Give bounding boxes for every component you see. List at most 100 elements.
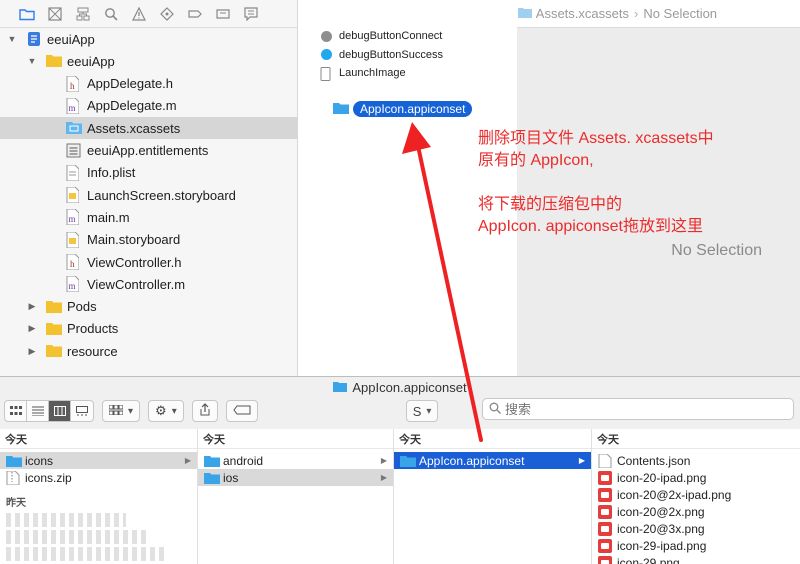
asset-item-label: debugButtonConnect: [339, 30, 443, 42]
finder-item[interactable]: icon-20@3x.png: [592, 520, 800, 537]
source-file-icon: m: [66, 208, 82, 226]
finder-item-label: Contents.json: [617, 453, 691, 468]
search-field[interactable]: [482, 398, 794, 420]
redacted-item: [6, 513, 126, 527]
action-menu-button[interactable]: ⚙ ▾: [148, 400, 184, 422]
navigator-item-label: LaunchScreen.storyboard: [87, 187, 236, 203]
launch-image-icon: [320, 66, 333, 81]
finder-item-label: icon-29-ipad.png: [617, 538, 707, 553]
debug-icon[interactable]: [184, 3, 206, 25]
tag-icon: [233, 405, 251, 418]
image-file-icon: [598, 538, 612, 553]
finder-item-label: icon-20@2x.png: [617, 504, 705, 519]
disclosure-triangle-icon[interactable]: ▼: [26, 56, 38, 66]
project-navigator: ▼ eeuiApp ▼ eeuiApp h AppDelegate.h m AppDelega…: [0, 0, 298, 376]
project-icon: [26, 31, 42, 47]
list-view-icon[interactable]: [27, 401, 49, 421]
column-list: AppIcon.appiconset ▶: [394, 449, 591, 469]
folder-icon: [46, 343, 62, 359]
folder-icon: [400, 454, 416, 468]
finder-title-bar: AppIcon.appiconset: [0, 377, 800, 395]
dropped-appiconset[interactable]: AppIcon.appiconset: [333, 100, 473, 117]
finder-item[interactable]: icon-20@2x.png: [592, 503, 800, 520]
folder-icon: [46, 299, 62, 315]
chevron-right-icon: ▶: [184, 456, 191, 465]
asset-item[interactable]: LaunchImage: [320, 64, 406, 82]
symbol-icon[interactable]: [72, 3, 94, 25]
finder-item[interactable]: android ▶: [198, 452, 393, 469]
navigator-item[interactable]: Main.storyboard: [0, 229, 297, 251]
folder-icon[interactable]: [16, 3, 38, 25]
navigator-item[interactable]: Assets.xcassets: [0, 117, 297, 140]
search-input[interactable]: [505, 401, 765, 417]
finder-item[interactable]: icon-29.png: [592, 554, 800, 564]
finder-item[interactable]: AppIcon.appiconset ▶: [394, 452, 591, 469]
navigator-item[interactable]: ▶ Products: [0, 318, 297, 340]
navigator-item-label: AppDelegate.m: [87, 98, 177, 114]
finder-item-label: icon-29.png: [617, 555, 680, 564]
navigator-item-label: Info.plist: [87, 165, 136, 181]
navigator-item[interactable]: ▶ Pods: [0, 296, 297, 318]
svg-text:m: m: [69, 281, 76, 291]
annotation-spacer: [478, 172, 748, 194]
header-file-icon: h: [66, 253, 82, 271]
folder-icon: [333, 101, 349, 117]
finder-item-label: icon-20@2x-ipad.png: [617, 487, 732, 502]
chevron-right-icon: ▶: [380, 473, 387, 482]
finder-item[interactable]: icon-29-ipad.png: [592, 537, 800, 554]
navigator-item[interactable]: eeuiApp.entitlements: [0, 140, 297, 162]
disclosure-triangle-icon[interactable]: ▶: [26, 323, 38, 334]
navigator-item[interactable]: m main.m: [0, 206, 297, 228]
gallery-view-icon[interactable]: [71, 401, 93, 421]
finder-item[interactable]: ios ▶: [198, 469, 393, 486]
finder-item[interactable]: icon-20@2x-ipad.png: [592, 486, 800, 503]
navigator-item[interactable]: ▼ eeuiApp: [0, 28, 297, 50]
storyboard-icon: [66, 231, 82, 249]
navigator-item-label: main.m: [87, 209, 130, 225]
navigator-item-label: Assets.xcassets: [87, 120, 181, 136]
icon-view-icon[interactable]: [5, 401, 27, 421]
navigator-item[interactable]: LaunchScreen.storyboard: [0, 184, 297, 206]
report-icon[interactable]: [240, 3, 262, 25]
breadcrumb-item[interactable]: Assets.xcassets: [536, 6, 629, 21]
group-menu-button[interactable]: ▾: [102, 400, 141, 422]
navigator-item[interactable]: ▼ eeuiApp: [0, 50, 297, 72]
test-diamond-icon[interactable]: [156, 3, 178, 25]
navigator-item[interactable]: h AppDelegate.h: [0, 73, 297, 95]
plist-icon: [66, 164, 82, 182]
browser-column: 今天 android ▶ ios ▶: [198, 429, 394, 564]
file-tree: ▼ eeuiApp ▼ eeuiApp h AppDelegate.h m AppDelega…: [0, 28, 297, 376]
asset-item[interactable]: debugButtonConnect: [320, 27, 442, 45]
breadcrumb-separator: ›: [633, 6, 639, 21]
tags-button[interactable]: [225, 400, 258, 422]
search-icon[interactable]: [100, 3, 122, 25]
breakpoint-icon[interactable]: [212, 3, 234, 25]
search-icon: [489, 402, 501, 417]
navigator-item[interactable]: ▶ resource: [0, 340, 297, 362]
gray-dot-icon: [320, 30, 333, 43]
navigator-item[interactable]: m ViewController.m: [0, 273, 297, 295]
zip-file-icon: [6, 470, 20, 485]
image-file-icon: [598, 487, 612, 502]
folder-icon: [6, 454, 22, 468]
finder-item[interactable]: icons ▶: [0, 452, 197, 469]
breadcrumb-item[interactable]: No Selection: [643, 6, 717, 21]
annotation-line: 原有的 AppIcon,: [478, 152, 594, 169]
sync-menu-button[interactable]: S ▾: [405, 400, 439, 422]
warning-icon[interactable]: [128, 3, 150, 25]
finder-item[interactable]: icon-20-ipad.png: [592, 469, 800, 486]
asset-item[interactable]: debugButtonSuccess: [320, 46, 443, 64]
share-button[interactable]: [191, 400, 218, 422]
navigator-item[interactable]: h ViewController.h: [0, 251, 297, 273]
browser-column: 今天 Contents.json icon-20-ipad.png icon-20@2…: [592, 429, 800, 564]
navigator-item-label: Products: [67, 321, 119, 337]
finder-item[interactable]: Contents.json: [592, 452, 800, 469]
column-view-icon[interactable]: [49, 401, 71, 421]
disclosure-triangle-icon[interactable]: ▼: [6, 34, 18, 44]
disclosure-triangle-icon[interactable]: ▶: [26, 346, 38, 357]
disclosure-triangle-icon[interactable]: ▶: [26, 301, 38, 312]
navigator-item[interactable]: m AppDelegate.m: [0, 95, 297, 117]
navigator-item[interactable]: Info.plist: [0, 162, 297, 184]
source-control-icon[interactable]: [44, 3, 66, 25]
finder-item[interactable]: icons.zip: [0, 469, 197, 486]
